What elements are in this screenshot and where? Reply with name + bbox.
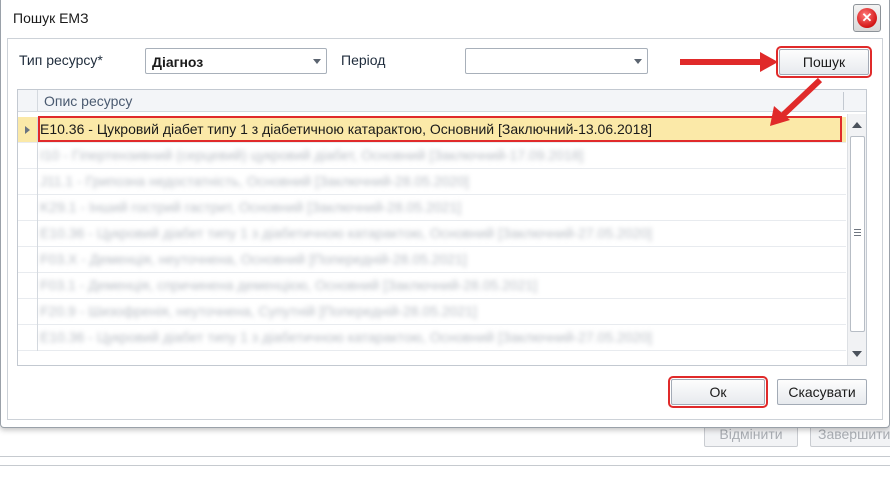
resource-type-value: Діагноз	[152, 54, 204, 70]
resource-type-label: Тип ресурсу*	[19, 52, 103, 68]
row-header	[18, 117, 38, 143]
ok-button[interactable]: Ок	[668, 376, 768, 408]
row-description: K29.1 - Інший гострий гастрит, Основний …	[40, 199, 462, 215]
dialog-title: Пошук ЕМЗ	[13, 10, 89, 26]
close-button[interactable]: ✕	[853, 4, 881, 32]
row-header	[18, 247, 38, 273]
row-header	[18, 299, 38, 325]
grip-line	[854, 232, 861, 233]
row-description: F03.X - Деменція, неуточнена, Основний […	[40, 251, 467, 267]
resource-type-select[interactable]: Діагноз	[145, 48, 327, 74]
row-description: E10.36 - Цукровий діабет типу 1 з діабет…	[40, 225, 653, 241]
background-divider	[0, 456, 890, 457]
table-row[interactable]: E10.36 - Цукровий діабет типу 1 з діабет…	[18, 325, 846, 351]
row-header	[18, 169, 38, 195]
period-select[interactable]	[465, 48, 648, 74]
table-row[interactable]: F03.X - Деменція, неуточнена, Основний […	[18, 247, 846, 273]
table-row[interactable]: E10.36 - Цукровий діабет типу 1 з діабет…	[18, 221, 846, 247]
close-icon: ✕	[857, 8, 877, 28]
row-header	[18, 273, 38, 299]
search-button[interactable]: Пошук	[776, 46, 872, 78]
table-row[interactable]: K29.1 - Інший гострий гастрит, Основний …	[18, 195, 846, 221]
background-divider	[0, 465, 890, 466]
row-description: I10 - Гіпертензивний (серцевий) цукровий…	[40, 147, 584, 163]
vertical-scrollbar[interactable]	[847, 114, 866, 365]
row-description: E10.36 - Цукровий діабет типу 1 з діабет…	[40, 329, 653, 345]
table-row[interactable]: F03.1 - Деменція, спричинена деменцією, …	[18, 273, 846, 299]
row-description: F03.1 - Деменція, спричинена деменцією, …	[40, 277, 538, 293]
cancel-button[interactable]: Скасувати	[777, 379, 867, 405]
scroll-down-icon[interactable]	[852, 351, 862, 357]
table-row[interactable]: F20.9 - Шизофренія, неуточнена, Супутній…	[18, 299, 846, 325]
period-label: Період	[341, 52, 386, 68]
row-header	[18, 143, 38, 169]
search-emz-dialog: Пошук ЕМЗ ✕ Тип ресурсу* Діагноз Період …	[0, 0, 890, 428]
row-description: J11.1 - Грипозна недостатність, Основний…	[40, 173, 469, 189]
dialog-titlebar: Пошук ЕМЗ ✕	[1, 0, 889, 36]
row-header	[18, 325, 38, 351]
row-header	[18, 195, 38, 221]
chevron-down-icon	[313, 59, 321, 64]
current-row-icon	[25, 126, 30, 134]
grip-line	[854, 229, 861, 230]
grid-header-rowheader	[18, 90, 38, 112]
table-row[interactable]: I10 - Гіпертензивний (серцевий) цукровий…	[18, 143, 846, 169]
scroll-up-icon[interactable]	[852, 122, 862, 128]
chevron-down-icon	[634, 59, 642, 64]
table-row[interactable]: J11.1 - Грипозна недостатність, Основний…	[18, 169, 846, 195]
column-separator	[843, 92, 844, 110]
scroll-thumb[interactable]	[850, 136, 865, 332]
row-description: F20.9 - Шизофренія, неуточнена, Супутній…	[40, 303, 477, 319]
selected-row-highlight	[38, 116, 842, 142]
grid-header: Опис ресурсу	[18, 90, 866, 112]
row-header	[18, 221, 38, 247]
grip-line	[854, 235, 861, 236]
column-header-description[interactable]: Опис ресурсу	[44, 93, 132, 109]
